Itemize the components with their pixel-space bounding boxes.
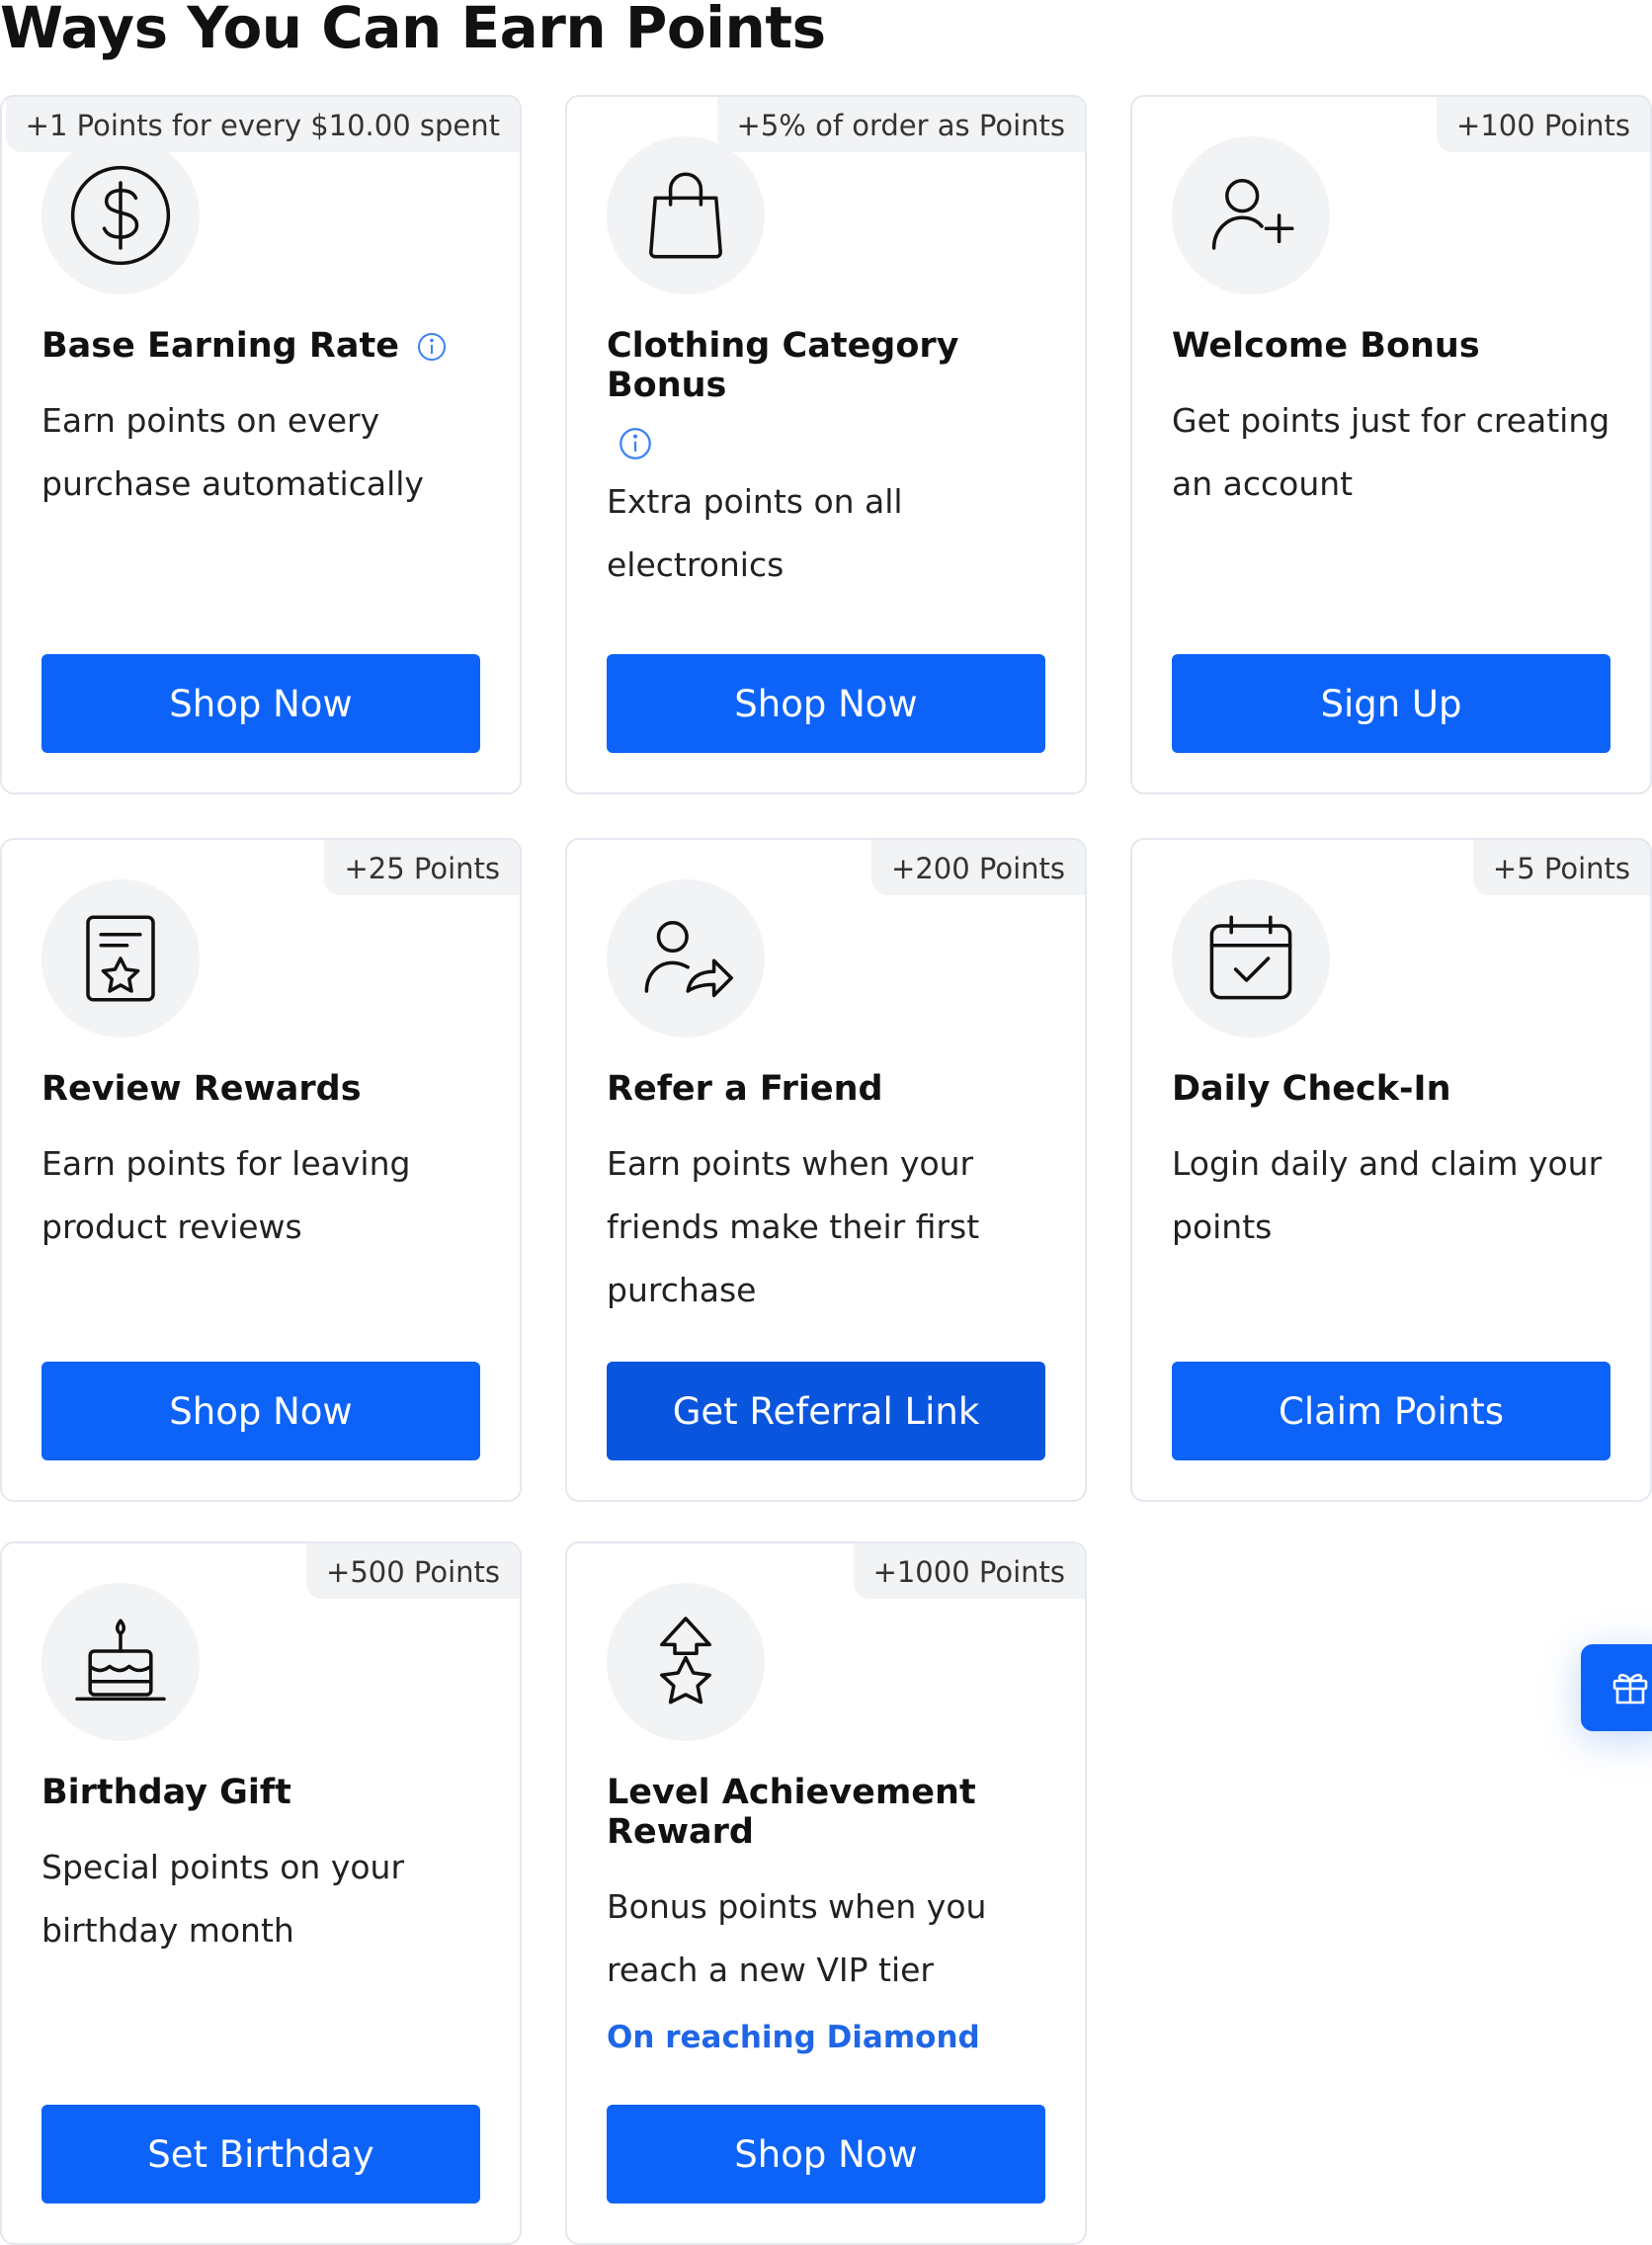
points-badge: +100 Points <box>1437 97 1650 152</box>
earn-card-clothing-category-bonus: +5% of order as Points Clothing Category… <box>565 95 1087 794</box>
card-title: Level Achievement Reward <box>607 1773 1049 1852</box>
level-up-star-icon <box>607 1583 765 1741</box>
set-birthday-button[interactable]: Set Birthday <box>41 2105 480 2203</box>
description-line: birthday month <box>41 1911 294 1950</box>
shopping-bag-icon <box>607 136 765 294</box>
description-line: Earn points when your <box>607 1144 974 1183</box>
description-line: an account <box>1172 464 1354 503</box>
shop-now-button[interactable]: Shop Now <box>41 654 480 753</box>
description-line: electronics <box>607 545 785 584</box>
card-content: Welcome Bonus Get points just for creati… <box>1172 326 1614 516</box>
earn-card-base-earning-rate: +1 Points for every $10.00 spent Base Ea… <box>0 95 522 794</box>
shop-now-button[interactable]: Shop Now <box>41 1362 480 1460</box>
description-line: Get points just for creating <box>1172 401 1611 440</box>
card-content: Refer a Friend Earn points when your fri… <box>607 1069 1049 1322</box>
earn-card-refer-a-friend: +200 Points Refer a Friend Earn points w… <box>565 838 1087 1502</box>
points-badge: +1000 Points <box>853 1543 1085 1599</box>
points-badge: +200 Points <box>871 840 1085 895</box>
shop-now-button[interactable]: Shop Now <box>607 2105 1045 2203</box>
gift-icon <box>1612 1673 1648 1705</box>
shop-now-button[interactable]: Shop Now <box>607 654 1045 753</box>
get-referral-link-button[interactable]: Get Referral Link <box>607 1362 1045 1460</box>
card-title: Base Earning Rate <box>41 326 484 366</box>
description-line: Bonus points when you <box>607 1887 987 1926</box>
card-title: Review Rewards <box>41 1069 362 1109</box>
calendar-check-icon <box>1172 879 1330 1038</box>
card-description: Earn points when your friends make their… <box>607 1132 1049 1322</box>
description-line: Extra points on all <box>607 482 903 521</box>
points-badge: +1 Points for every $10.00 spent <box>5 97 520 152</box>
card-title: Clothing Category Bonus <box>607 326 1049 405</box>
description-line: purchase automatically <box>41 464 424 503</box>
earn-card-birthday-gift: +500 Points Birthday Gift Special points… <box>0 1541 522 2245</box>
description-line: Special points on your <box>41 1848 405 1886</box>
card-description: Extra points on all electronics <box>607 470 1049 597</box>
review-star-icon <box>41 879 200 1038</box>
description-line: Earn points for leaving <box>41 1144 411 1183</box>
card-description: Bonus points when you reach a new VIP ti… <box>607 1875 1049 2002</box>
card-title-line: Clothing Category <box>607 326 959 366</box>
card-content: Base Earning Rate Earn points on every p… <box>41 326 484 516</box>
description-line: purchase <box>607 1271 757 1309</box>
info-icon[interactable] <box>619 427 652 460</box>
card-description: Earn points for leaving product reviews <box>41 1132 484 1259</box>
card-title: Refer a Friend <box>607 1069 883 1109</box>
card-title-line: Level Achievement <box>607 1773 976 1812</box>
card-description: Login daily and claim your points <box>1172 1132 1614 1259</box>
description-line: friends make their first <box>607 1207 980 1246</box>
birthday-cake-icon <box>41 1583 200 1741</box>
description-line: reach a new VIP tier <box>607 1951 934 1989</box>
card-content: Review Rewards Earn points for leaving p… <box>41 1069 484 1259</box>
points-badge: +25 Points <box>324 840 520 895</box>
earn-card-review-rewards: +25 Points Review Rewards Earn points fo… <box>0 838 522 1502</box>
points-badge: +500 Points <box>306 1543 520 1599</box>
points-badge: +5% of order as Points <box>716 97 1085 152</box>
user-share-icon <box>607 879 765 1038</box>
card-title-line: Reward <box>607 1812 754 1852</box>
earn-card-welcome-bonus: +100 Points Welcome Bonus Get points jus… <box>1130 95 1652 794</box>
rewards-launcher-button[interactable] <box>1581 1644 1652 1731</box>
earn-card-level-achievement-reward: +1000 Points Level Achievement Reward Bo… <box>565 1541 1087 2245</box>
tier-requirement-text: On reaching Diamond <box>607 2020 980 2055</box>
description-line: product reviews <box>41 1207 302 1246</box>
card-content: Level Achievement Reward Bonus points wh… <box>607 1773 1049 2055</box>
info-icon[interactable] <box>417 332 447 362</box>
points-badge: +5 Points <box>1472 840 1650 895</box>
sign-up-button[interactable]: Sign Up <box>1172 654 1611 753</box>
claim-points-button[interactable]: Claim Points <box>1172 1362 1611 1460</box>
page-title: Ways You Can Earn Points <box>0 0 826 61</box>
card-title: Daily Check-In <box>1172 1069 1451 1109</box>
card-content: Clothing Category Bonus Extra points on … <box>607 326 1049 597</box>
card-title-text: Base Earning Rate <box>41 326 399 366</box>
user-plus-icon <box>1172 136 1330 294</box>
card-title: Welcome Bonus <box>1172 326 1480 366</box>
card-content: Birthday Gift Special points on your bir… <box>41 1773 484 1962</box>
card-description: Get points just for creating an account <box>1172 389 1614 516</box>
earn-card-daily-check-in: +5 Points Daily Check-In Login daily and… <box>1130 838 1652 1502</box>
description-line: Login daily and claim your <box>1172 1144 1603 1183</box>
card-title: Birthday Gift <box>41 1773 291 1812</box>
description-line: points <box>1172 1207 1273 1246</box>
card-title-line: Bonus <box>607 366 727 405</box>
description-line: Earn points on every <box>41 401 380 440</box>
card-description: Special points on your birthday month <box>41 1836 484 1962</box>
card-content: Daily Check-In Login daily and claim you… <box>1172 1069 1614 1259</box>
dollar-circle-icon <box>41 136 200 294</box>
card-description: Earn points on every purchase automatica… <box>41 389 484 516</box>
